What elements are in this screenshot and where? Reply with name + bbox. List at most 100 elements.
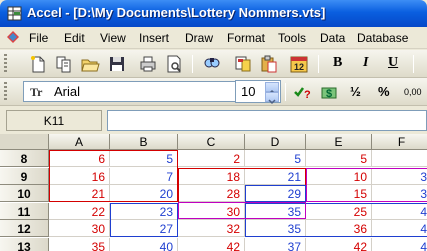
cell-c11[interactable]: 30	[178, 203, 245, 220]
select-all-corner[interactable]	[0, 134, 49, 150]
row-header-12[interactable]: 12	[0, 220, 49, 237]
font-name-combobox[interactable]: Tr Arial	[23, 81, 254, 102]
cell-d9[interactable]: 21	[245, 168, 306, 185]
row-header-8[interactable]: 8	[0, 150, 49, 167]
cell-reference-box[interactable]: K11	[6, 110, 102, 131]
cell-b8[interactable]: 5	[110, 150, 178, 167]
column-header-e[interactable]: E	[306, 134, 372, 150]
cell-d13[interactable]: 37	[245, 238, 306, 251]
app-icon[interactable]	[7, 6, 22, 21]
fraction-button[interactable]: ½	[350, 84, 361, 99]
open-icon[interactable]	[80, 54, 100, 74]
spreadsheet-grid[interactable]: A B C D E F 8 6 5 2 5 5 9 16 7 18 21 10 3 10 21 20 28 29 15 3 11 22…	[0, 134, 427, 251]
column-header-f[interactable]: F	[372, 134, 427, 150]
underline-button[interactable]: U	[388, 55, 398, 71]
document-icon[interactable]	[7, 31, 19, 43]
cell-c12[interactable]: 32	[178, 220, 245, 237]
column-header-d[interactable]: D	[245, 134, 306, 150]
cell-d10[interactable]: 29	[245, 185, 306, 202]
cell-c13[interactable]: 42	[178, 238, 245, 251]
cell-a8[interactable]: 6	[49, 150, 110, 167]
cell-d12[interactable]: 35	[245, 220, 306, 237]
cell-f13[interactable]: 4	[372, 238, 427, 251]
currency-icon[interactable]: $	[320, 82, 340, 102]
window-title: Accel - [D:\My Documents\Lottery Nommers…	[27, 5, 326, 20]
cell-a9[interactable]: 16	[49, 168, 110, 185]
toolbar-grip[interactable]	[4, 54, 7, 74]
column-header-c[interactable]: C	[178, 134, 245, 150]
column-header-b[interactable]: B	[110, 134, 178, 150]
menu-view[interactable]: View	[100, 31, 126, 45]
menu-bar: File Edit View Insert Draw Format Tools …	[0, 27, 427, 49]
cut-icon[interactable]	[233, 54, 253, 74]
menu-draw[interactable]: Draw	[185, 31, 213, 45]
paste-icon[interactable]	[259, 54, 279, 74]
cell-b13[interactable]: 40	[110, 238, 178, 251]
cell-d11[interactable]: 35	[245, 203, 306, 220]
copy-doc-icon[interactable]	[54, 54, 74, 74]
cell-a10[interactable]: 21	[49, 185, 110, 202]
cell-e9[interactable]: 10	[306, 168, 372, 185]
cell-c10[interactable]: 28	[178, 185, 245, 202]
row-header-11[interactable]: 11	[0, 203, 49, 220]
cell-f8[interactable]	[372, 150, 427, 167]
percent-button[interactable]: %	[378, 84, 390, 99]
currency-label: $	[326, 88, 332, 100]
bold-button[interactable]: B	[333, 55, 342, 71]
cell-e10[interactable]: 15	[306, 185, 372, 202]
menu-edit[interactable]: Edit	[64, 31, 85, 45]
cell-c8[interactable]: 2	[178, 150, 245, 167]
calendar-icon[interactable]: 12	[289, 54, 309, 74]
cell-d8[interactable]: 5	[245, 150, 306, 167]
menu-tools[interactable]: Tools	[278, 31, 306, 45]
toolbar-separator	[318, 55, 319, 73]
cell-b10[interactable]: 20	[110, 185, 178, 202]
font-size-spinner[interactable]: 10	[235, 80, 281, 105]
calendar-label: 12	[294, 62, 304, 72]
cell-e11[interactable]: 25	[306, 203, 372, 220]
cell-b11[interactable]: 23	[110, 203, 178, 220]
svg-text:?: ?	[304, 89, 311, 101]
truetype-font-icon: Tr	[30, 85, 43, 99]
decimal-button[interactable]: 0,00	[404, 87, 422, 97]
formula-bar: K11	[0, 106, 427, 134]
column-header-a[interactable]: A	[49, 134, 110, 150]
print-icon[interactable]	[138, 54, 158, 74]
cell-b9[interactable]: 7	[110, 168, 178, 185]
cell-e12[interactable]: 36	[306, 220, 372, 237]
cell-f11[interactable]: 4	[372, 203, 427, 220]
menu-database[interactable]: Database	[357, 31, 408, 45]
cell-b12[interactable]: 27	[110, 220, 178, 237]
row-header-13[interactable]: 13	[0, 238, 49, 251]
font-name-value: Arial	[54, 84, 81, 99]
cell-e13[interactable]: 42	[306, 238, 372, 251]
cell-a11[interactable]: 22	[49, 203, 110, 220]
title-bar[interactable]: Accel - [D:\My Documents\Lottery Nommers…	[0, 0, 427, 27]
menu-data[interactable]: Data	[320, 31, 345, 45]
cell-e8[interactable]: 5	[306, 150, 372, 167]
formula-input[interactable]	[107, 110, 427, 131]
chevron-down-icon	[268, 99, 276, 105]
cell-f10[interactable]: 3	[372, 185, 427, 202]
save-icon[interactable]	[107, 54, 127, 74]
print-preview-icon[interactable]	[164, 54, 184, 74]
row-header-10[interactable]: 10	[0, 185, 49, 202]
toolbar-separator	[192, 55, 193, 73]
new-icon[interactable]	[28, 54, 48, 74]
row-header-9[interactable]: 9	[0, 168, 49, 185]
find-icon[interactable]	[202, 54, 222, 74]
check-help-icon[interactable]: ?	[292, 82, 312, 102]
cell-f12[interactable]: 4	[372, 220, 427, 237]
size-up-button[interactable]	[265, 82, 279, 95]
cell-a12[interactable]: 30	[49, 220, 110, 237]
cell-c9[interactable]: 18	[178, 168, 245, 185]
menu-format[interactable]: Format	[227, 31, 265, 45]
size-down-button[interactable]	[265, 92, 279, 105]
menu-insert[interactable]: Insert	[139, 31, 169, 45]
cell-f9[interactable]: 3	[372, 168, 427, 185]
toolbar-separator	[285, 83, 286, 101]
menu-file[interactable]: File	[29, 31, 48, 45]
cell-a13[interactable]: 35	[49, 238, 110, 251]
toolbar-grip[interactable]	[4, 82, 7, 102]
italic-button[interactable]: I	[363, 55, 368, 71]
